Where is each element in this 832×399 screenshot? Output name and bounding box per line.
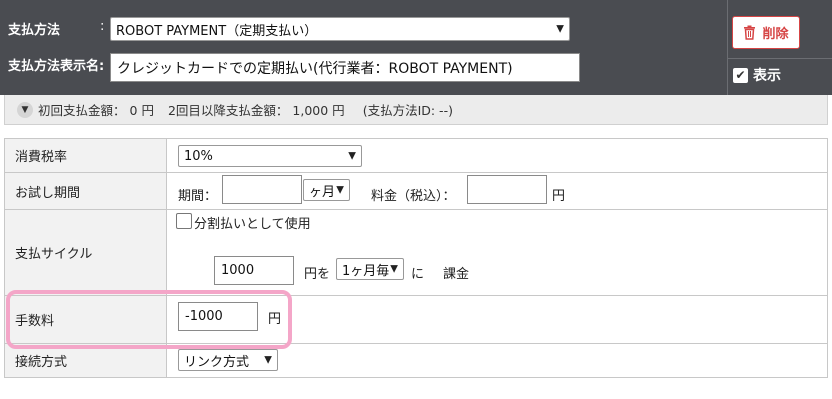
- installment-checkbox[interactable]: [176, 213, 192, 229]
- payment-method-display-label: 支払方法表示名:: [8, 59, 105, 74]
- yen-label: 円: [552, 189, 566, 204]
- connection-method-label: 接続方式: [5, 344, 167, 377]
- period-label: 期間：: [178, 189, 218, 204]
- fee-label: 手数料: [5, 296, 167, 343]
- trial-fee-input[interactable]: [467, 175, 547, 204]
- table-row-connection: 接続方式 リンク方式 ▼: [5, 344, 827, 377]
- display-label: 表示: [753, 68, 781, 84]
- connection-method-select[interactable]: リンク方式 ▼: [178, 349, 278, 371]
- amount-suffix: 円を: [304, 267, 331, 282]
- chevron-down-icon[interactable]: ▼: [17, 101, 33, 118]
- payment-method-selected: ROBOT PAYMENT（定期支払い）: [116, 23, 318, 39]
- trash-icon: [744, 25, 756, 40]
- display-name-input[interactable]: クレジットカードでの定期払い(代行業者：ROBOT PAYMENT): [110, 53, 580, 82]
- fee-incl-tax-label: 料金（税込）：: [371, 189, 456, 204]
- installment-label: 分割払いとして使用: [194, 217, 311, 232]
- payment-summary: ▼ 初回支払金額： 0 円 2回目以降支払金額： 1,000 円 (支払方法ID…: [4, 95, 828, 125]
- fee-value: -1000: [185, 309, 223, 324]
- trial-unit-select[interactable]: ヶ月 ▼: [303, 179, 350, 201]
- display-checkbox[interactable]: ✔ 表示: [733, 65, 781, 85]
- delete-label: 削除: [762, 27, 789, 42]
- check-icon: ✔: [733, 67, 748, 83]
- divider: [727, 0, 728, 95]
- subsequent-amount-value: 1,000 円: [292, 103, 345, 118]
- payment-cycle-label: 支払サイクル: [5, 210, 167, 295]
- subsequent-amount-label: 2回目以降支払金額：: [167, 103, 289, 118]
- chevron-down-icon: ▼: [348, 150, 356, 162]
- trial-unit-selected: ヶ月: [309, 184, 336, 200]
- payment-method-select[interactable]: ROBOT PAYMENT（定期支払い） ▼: [110, 17, 570, 41]
- table-row-fee: 手数料 -1000 円: [5, 296, 827, 344]
- charge-label: 課金: [443, 267, 470, 282]
- first-amount-label: 初回支払金額：: [38, 103, 126, 118]
- tax-rate-selected: 10%: [184, 148, 213, 164]
- table-row-tax: 消費税率 10% ▼: [5, 139, 827, 173]
- chevron-down-icon: ▼: [336, 184, 344, 196]
- cycle-amount-value: 1000: [221, 263, 255, 278]
- connection-method-selected: リンク方式: [184, 354, 250, 370]
- delete-button[interactable]: 削除: [732, 16, 800, 49]
- cycle-interval-selected: 1ヶ月毎: [342, 263, 390, 279]
- cycle-amount-input[interactable]: 1000: [214, 256, 294, 285]
- chevron-down-icon: ▼: [390, 263, 398, 275]
- payment-method-label: 支払方法: [8, 23, 61, 38]
- payment-method-header: 支払方法 : ROBOT PAYMENT（定期支払い） ▼ 支払方法表示名: ク…: [0, 0, 832, 95]
- colon: :: [100, 19, 105, 34]
- divider: [727, 58, 832, 59]
- yen-label: 円: [268, 312, 282, 327]
- settings-table: 消費税率 10% ▼ お試し期間 期間： ヶ月 ▼ 料金（税込）： 円 支払サイ…: [4, 138, 828, 378]
- table-row-cycle: 支払サイクル 分割払いとして使用 1000 円を 1ヶ月毎 ▼ に 課金: [5, 210, 827, 296]
- trial-period-input[interactable]: [222, 175, 302, 204]
- first-amount-value: 0 円: [129, 103, 154, 118]
- display-name-value: クレジットカードでの定期払い(代行業者：ROBOT PAYMENT): [117, 60, 513, 77]
- payment-method-id: (支払方法ID: --): [362, 103, 453, 118]
- trial-period-label: お試し期間: [5, 173, 167, 209]
- tax-rate-select[interactable]: 10% ▼: [178, 145, 362, 167]
- cycle-interval-select[interactable]: 1ヶ月毎 ▼: [336, 258, 404, 280]
- table-row-trial: お試し期間 期間： ヶ月 ▼ 料金（税込）： 円: [5, 173, 827, 210]
- ni-label: に: [411, 267, 425, 282]
- tax-rate-label: 消費税率: [5, 139, 167, 172]
- fee-input[interactable]: -1000: [178, 302, 258, 331]
- chevron-down-icon: ▼: [264, 354, 272, 366]
- chevron-down-icon: ▼: [556, 23, 564, 35]
